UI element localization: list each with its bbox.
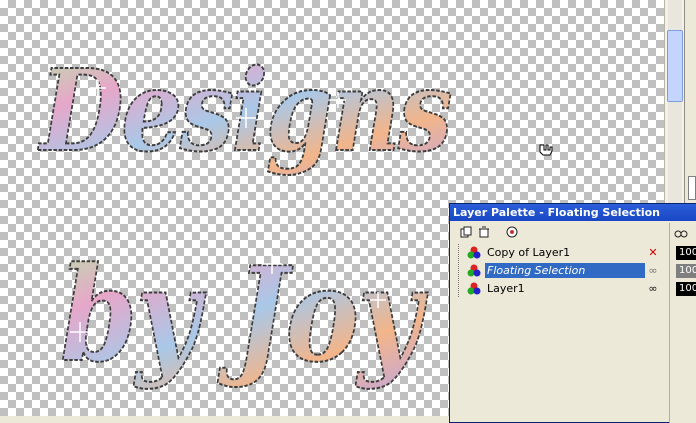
scrollbar-thumb[interactable]: [667, 30, 683, 102]
mask-button[interactable]: [504, 224, 520, 240]
layer-list: Copy of Layer1 ✕ Floating Selection ∞ La…: [455, 244, 665, 304]
delete-layer-icon: [479, 226, 489, 238]
artwork-text-line2: by Joy: [60, 238, 428, 391]
layer-name[interactable]: Layer1: [485, 281, 645, 296]
opacity-field[interactable]: 100: [676, 282, 696, 296]
tree-line: [458, 280, 465, 297]
layer-row-floating-selection[interactable]: Floating Selection ∞: [455, 262, 665, 279]
new-layer-icon: [460, 226, 472, 238]
layer-name[interactable]: Copy of Layer1: [485, 245, 645, 260]
layer-name[interactable]: Floating Selection: [485, 263, 645, 278]
mask-icon: [506, 226, 518, 238]
tree-line: [458, 262, 465, 279]
raster-layer-icon: [467, 246, 481, 259]
layer-palette-title[interactable]: Layer Palette - Floating Selection: [450, 204, 696, 221]
raster-layer-icon: [467, 264, 481, 277]
tree-line: [458, 244, 465, 261]
side-panel-control[interactable]: [688, 176, 696, 200]
hand-cursor-icon: [539, 144, 553, 156]
hidden-glasses-icon[interactable]: ✕: [645, 246, 661, 259]
layer-properties-column: 100 100 100: [669, 223, 696, 423]
delete-layer-button[interactable]: [476, 224, 492, 240]
raster-layer-icon: [467, 282, 481, 295]
layer-row-layer1[interactable]: Layer1 ∞: [455, 280, 665, 297]
opacity-field[interactable]: 100: [676, 264, 696, 278]
artwork-text-line1: Designs: [37, 46, 450, 177]
layer-row-copy-of-layer1[interactable]: Copy of Layer1 ✕: [455, 244, 665, 261]
layer-palette-toolbar: [452, 223, 662, 241]
opacity-field[interactable]: 100: [676, 246, 696, 260]
glasses-icon[interactable]: ∞: [645, 282, 661, 295]
new-layer-button[interactable]: [458, 224, 474, 240]
glasses-icon: [674, 230, 688, 238]
layer-palette: Layer Palette - Floating Selection Copy …: [449, 203, 696, 423]
glasses-icon[interactable]: ∞: [645, 264, 661, 277]
